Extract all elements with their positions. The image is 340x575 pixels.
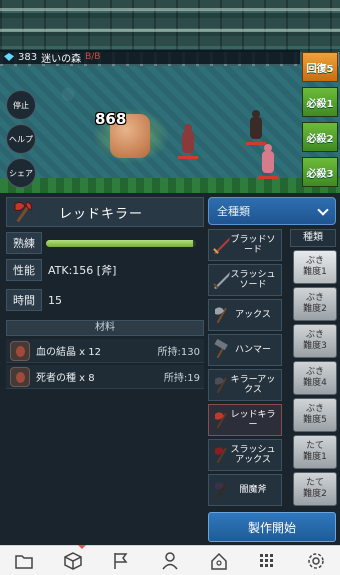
folder-icon[interactable] [13,550,35,572]
box-icon[interactable] [62,550,84,572]
area-name: 迷いの森 [41,53,82,65]
damage-number: 868 [95,110,127,128]
type-filter-dropdown[interactable]: 全種類 [208,197,336,225]
special-skill-1-button[interactable]: 必殺1 [302,87,338,117]
stat-label: 性能 [6,259,42,281]
filter-selected: 全種類 [217,205,250,218]
person-icon[interactable] [159,550,181,572]
share-button[interactable]: シェア [6,158,36,188]
stat-row: 性能 ATK:156 [斧] [6,259,204,281]
axe-icon [215,482,227,499]
category-shield-1[interactable]: たて 難度1 [293,435,337,469]
blood-crystal-icon [10,340,30,361]
bushes [0,178,340,193]
category-weapon-2[interactable]: ぶき 難度2 [293,287,337,321]
special-skill-3-button[interactable]: 必殺3 [302,157,338,187]
weapon-label: ブラッドソード [230,235,276,255]
weapon-label: スラッシュソード [230,270,276,290]
category-header: 種類 [290,229,336,247]
category-shield-2[interactable]: たて 難度2 [293,472,337,506]
flag-icon[interactable] [110,550,132,572]
chevron-down-icon [317,204,329,216]
weapon-label: レッドキラー [230,410,276,430]
material-owned: 所持:19 [163,373,200,384]
axe-icon [215,447,227,464]
weapon-list[interactable]: ブラッドソード スラッシュソード アックス ハンマー キラーアックス レッドキラ… [208,229,284,512]
wall-stripe [0,29,340,32]
material-name: 死者の種 x 8 [36,373,95,384]
weapon-label: 闇魔斧 [239,485,267,495]
battle-ground [0,52,340,193]
heal-skill-button[interactable]: 回復5 [302,52,338,82]
time-label: 時間 [6,289,42,311]
stop-button[interactable]: 停止 [6,90,36,120]
time-value: 15 [48,293,62,307]
hammer-icon [214,339,228,359]
active-tab-marker [78,545,86,549]
ally-sprite [250,110,262,139]
ally-hp-bar [178,156,198,159]
proficiency-label: 熟練 [6,232,42,254]
gear-icon[interactable] [305,550,327,572]
category-weapon-4[interactable]: ぶき 難度4 [293,361,337,395]
weapon-item-red-killer[interactable]: レッドキラー [208,404,282,436]
crafting-panel: レッドキラー 熟練 性能 ATK:156 [斧] 時間 15 材料 血の結晶 x… [0,193,340,545]
weapon-item-axe[interactable]: アックス [208,299,282,331]
material-name: 血の結晶 x 12 [36,347,101,358]
weapon-label: アックス [235,310,271,320]
weapon-item-hammer[interactable]: ハンマー [208,334,282,366]
axe-icon [11,198,39,226]
recipe-header: レッドキラー [6,197,204,227]
material-item: 血の結晶 x 12 所持:130 [6,339,204,363]
material-owned: 所持:130 [157,347,200,358]
weapon-item-blood-sword[interactable]: ブラッドソード [208,229,282,261]
weapon-item-slash-sword[interactable]: スラッシュソード [208,264,282,296]
wall-stripe [0,8,340,11]
category-weapon-5[interactable]: ぶき 難度5 [293,398,337,432]
category-weapon-3[interactable]: ぶき 難度3 [293,324,337,358]
axe-icon [215,412,227,429]
ally-sprite [182,124,194,153]
axe-icon [215,377,227,394]
weapon-item-killer-axe[interactable]: キラーアックス [208,369,282,401]
battle-scene: 383 迷いの森 B/B 停止 ヘルプ シェア 回復5 必殺1 必殺2 必殺3 … [0,0,340,193]
sword-icon [213,272,230,289]
proficiency-row: 熟練 [6,232,204,254]
home-icon[interactable] [208,550,230,572]
special-skill-2-button[interactable]: 必殺2 [302,122,338,152]
stat-value: ATK:156 [斧] [48,264,117,277]
status-bar: 383 迷いの森 B/B [0,50,300,65]
sword-icon [213,237,230,254]
materials-header: 材料 [6,320,204,336]
proficiency-bar-fill [46,239,193,247]
ally-hp-bar [258,176,278,179]
start-crafting-button[interactable]: 製作開始 [208,512,336,542]
weapon-label: ハンマー [234,345,271,355]
material-item: 死者の種 x 8 所持:19 [6,365,204,389]
recipe-name: レッドキラー [59,206,144,222]
help-button[interactable]: ヘルプ [6,124,36,154]
ally-hp-bar [246,142,266,145]
weapon-label: スラッシュアックス [230,445,276,465]
ally-sprite [262,144,274,173]
grid-icon[interactable] [256,550,278,572]
weapon-item-slash-axe[interactable]: スラッシュアックス [208,439,282,471]
proficiency-bar [46,239,196,247]
weapon-item-dark-axe[interactable]: 闇魔斧 [208,474,282,506]
weapon-label: キラーアックス [230,375,276,395]
gem-count: 383 [18,51,38,63]
category-weapon-1[interactable]: ぶき 難度1 [293,250,337,284]
axe-icon [215,307,227,324]
bottom-nav [0,545,340,575]
gem-icon [4,53,14,61]
seed-icon [10,366,30,387]
area-sub: B/B [85,52,101,62]
time-row: 時間 15 [6,289,204,311]
